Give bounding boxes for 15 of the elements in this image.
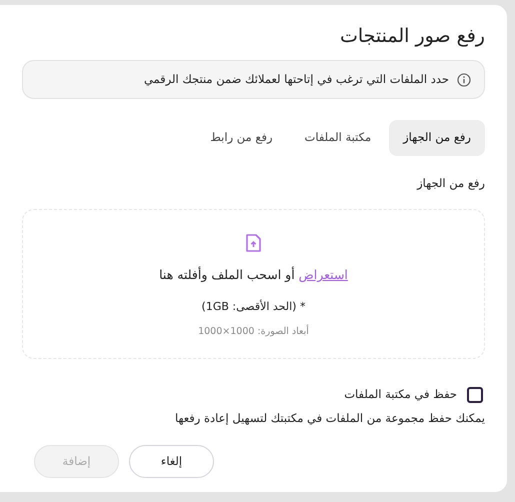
section-label: رفع من الجهاز	[417, 175, 485, 192]
file-upload-icon	[246, 234, 261, 252]
dimensions-text: أبعاد الصورة: 1000×1000	[198, 324, 309, 338]
hint-text: يمكنك حفظ مجموعة من الملفات في مكتبتك لتسهيل إعادة رفعها	[174, 410, 485, 427]
drop-prompt: استعراض أو اسحب الملف وأفلته هنا	[159, 266, 348, 284]
cancel-button[interactable]: إلغاء	[129, 444, 214, 478]
dialog-title: رفع صور المنتجات	[340, 24, 485, 49]
browse-link[interactable]: استعراض	[298, 267, 348, 282]
dropzone[interactable]: استعراض أو اسحب الملف وأفلته هنا * (الحد الأقصى: 1GB) أبعاد الصورة: 1000×1000	[22, 209, 485, 360]
checkbox-label: حفظ في مكتبة الملفات	[344, 386, 457, 404]
tab[interactable]: رفع من الجهاز	[389, 120, 485, 156]
info-text: حدد الملفات التي ترغب في إتاحتها لعملائك ضمن منتجك الرقمي	[144, 70, 449, 88]
checkbox[interactable]	[467, 386, 483, 403]
info-icon	[457, 72, 471, 86]
max-size-text: * (الحد الأقصى: 1GB)	[202, 299, 306, 315]
